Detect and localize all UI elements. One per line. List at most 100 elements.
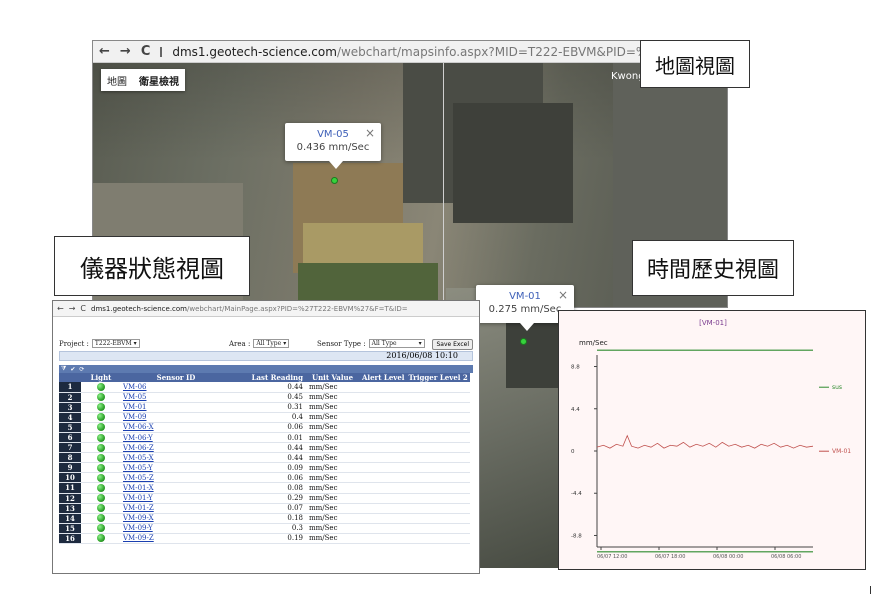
sensor-id-link[interactable]: VM-06 bbox=[121, 382, 231, 393]
alert-level bbox=[360, 382, 407, 393]
last-reading: 0.31 bbox=[231, 402, 305, 413]
sensor-marker-vm05[interactable] bbox=[331, 177, 338, 184]
table-row[interactable]: 3 VM-01 0.31 mm/Sec bbox=[59, 402, 470, 413]
table-row[interactable]: 13 VM-01-Z 0.07 mm/Sec bbox=[59, 503, 470, 514]
time-history-chart[interactable]: [VM-01] mm/Sec 8.8 4.4 0 -4.4 -8.8 06/07 12:00 0… bbox=[559, 311, 866, 570]
trigger-level bbox=[406, 493, 470, 504]
table-row[interactable]: 9 VM-05-Y 0.09 mm/Sec bbox=[59, 462, 470, 474]
column-header[interactable]: Last Reading bbox=[231, 373, 305, 382]
map-type-map-button[interactable]: 地圖 bbox=[101, 73, 133, 88]
table-row[interactable]: 2 VM-05 0.45 mm/Sec bbox=[59, 392, 470, 403]
sensor-id-link[interactable]: VM-01 bbox=[121, 402, 231, 413]
sensor-id-link[interactable]: VM-05-Z bbox=[121, 472, 231, 484]
forward-arrow-icon[interactable]: → bbox=[120, 44, 131, 59]
popup-sensor-value: 0.436 mm/Sec bbox=[296, 142, 370, 153]
table-row[interactable]: 14 VM-09-X 0.18 mm/Sec bbox=[59, 513, 470, 524]
reload-icon[interactable]: C bbox=[80, 304, 86, 313]
project-select[interactable]: T222-EBVM ▾ bbox=[91, 339, 140, 348]
column-header[interactable]: Trigger Level 2 bbox=[406, 373, 470, 382]
row-number: 11 bbox=[59, 482, 81, 494]
back-arrow-icon[interactable]: ← bbox=[99, 44, 110, 59]
status-light-icon bbox=[97, 423, 105, 432]
table-row[interactable]: 1 VM-06 0.44 mm/Sec bbox=[59, 382, 470, 393]
sensor-id-link[interactable]: VM-05-Y bbox=[121, 462, 231, 474]
address-bar[interactable]: dms1.geotech-science.com/webchart/MainPa… bbox=[91, 305, 408, 313]
status-view-label: 儀器狀態視圖 bbox=[54, 236, 250, 296]
series-line-VM-01 bbox=[596, 434, 814, 449]
timestamp-bar: 2016/06/08 10:10 bbox=[59, 351, 473, 361]
sensor-id-link[interactable]: VM-01-Z bbox=[121, 503, 231, 514]
unit-value: mm/Sec bbox=[305, 482, 360, 494]
sensor-id-link[interactable]: VM-05-X bbox=[121, 452, 231, 464]
save-excel-button[interactable]: Save Excel bbox=[432, 339, 473, 350]
trigger-level bbox=[406, 442, 470, 454]
status-light-icon bbox=[97, 514, 105, 523]
row-number: 14 bbox=[59, 513, 81, 524]
status-light-icon bbox=[97, 463, 105, 472]
unit-value: mm/Sec bbox=[305, 452, 360, 464]
column-header[interactable]: Light bbox=[81, 373, 121, 382]
chevron-down-icon: ▾ bbox=[283, 340, 287, 347]
sensor-id-link[interactable]: VM-09-Y bbox=[121, 523, 231, 534]
last-reading: 0.01 bbox=[231, 432, 305, 444]
last-reading: 0.06 bbox=[231, 422, 305, 433]
trigger-level bbox=[406, 523, 470, 534]
close-icon[interactable]: × bbox=[558, 288, 568, 302]
sensor-id-link[interactable]: VM-09-X bbox=[121, 513, 231, 524]
row-number: 5 bbox=[59, 422, 81, 433]
column-header[interactable]: Alert Level bbox=[360, 373, 407, 382]
sensor-id-link[interactable]: VM-06-X bbox=[121, 422, 231, 433]
trigger-level bbox=[406, 452, 470, 464]
table-row[interactable]: 16 VM-09-Z 0.19 mm/Sec bbox=[59, 533, 470, 545]
table-row[interactable]: 15 VM-09-Y 0.3 mm/Sec bbox=[59, 523, 470, 534]
back-arrow-icon[interactable]: ← bbox=[57, 304, 64, 313]
sensor-id-link[interactable]: VM-09 bbox=[121, 412, 231, 423]
table-row[interactable]: 4 VM-09 0.4 mm/Sec bbox=[59, 412, 470, 423]
row-number: 7 bbox=[59, 442, 81, 454]
status-light-icon bbox=[97, 473, 105, 482]
table-row[interactable]: 10 VM-05-Z 0.06 mm/Sec bbox=[59, 472, 470, 484]
sensor-marker-vm01[interactable] bbox=[520, 338, 527, 345]
table-row[interactable]: 12 VM-01-Y 0.29 mm/Sec bbox=[59, 493, 470, 504]
close-icon[interactable]: × bbox=[365, 126, 375, 140]
status-light-icon bbox=[97, 393, 105, 402]
check-icon[interactable]: ✔ bbox=[70, 366, 75, 373]
sensor-popup-vm05[interactable]: VM-05 0.436 mm/Sec × bbox=[285, 123, 381, 169]
status-light-icon bbox=[97, 413, 105, 422]
table-row[interactable]: 6 VM-06-Y 0.01 mm/Sec bbox=[59, 432, 470, 444]
trigger-level bbox=[406, 482, 470, 494]
refresh-icon[interactable]: ⟳ bbox=[79, 366, 84, 373]
last-reading: 0.45 bbox=[231, 392, 305, 403]
reload-icon[interactable]: C bbox=[141, 44, 151, 59]
x-tick-label: 06/08 06:00 bbox=[771, 554, 801, 560]
table-row[interactable]: 8 VM-05-X 0.44 mm/Sec bbox=[59, 452, 470, 464]
sensor-id-link[interactable]: VM-09-Z bbox=[121, 533, 231, 545]
sensor-table: Light Sensor ID Last Reading Unit Value … bbox=[59, 373, 470, 545]
column-header[interactable]: Sensor ID bbox=[121, 373, 231, 382]
column-header[interactable]: Unit Value bbox=[305, 373, 360, 382]
filter-icon[interactable]: ⧩ bbox=[61, 365, 66, 373]
legend-entry: VM-01 bbox=[832, 448, 851, 455]
unit-value: mm/Sec bbox=[305, 513, 360, 524]
row-number: 10 bbox=[59, 472, 81, 484]
y-tick-label: 0 bbox=[571, 449, 575, 455]
sensor-type-select[interactable]: All Type ▾ bbox=[368, 339, 425, 348]
last-reading: 0.09 bbox=[231, 462, 305, 474]
sensor-id-link[interactable]: VM-06-Y bbox=[121, 432, 231, 444]
sensor-id-link[interactable]: VM-01-X bbox=[121, 482, 231, 494]
table-row[interactable]: 7 VM-06-Z 0.44 mm/Sec bbox=[59, 442, 470, 454]
trigger-level bbox=[406, 382, 470, 393]
trigger-level bbox=[406, 472, 470, 484]
row-number: 16 bbox=[59, 533, 81, 545]
sensor-id-link[interactable]: VM-01-Y bbox=[121, 493, 231, 504]
forward-arrow-icon[interactable]: → bbox=[69, 304, 76, 313]
map-type-satellite-button[interactable]: 衛星檢視 bbox=[133, 73, 185, 88]
table-row[interactable]: 5 VM-06-X 0.06 mm/Sec bbox=[59, 422, 470, 433]
y-axis-label: mm/Sec bbox=[579, 339, 608, 347]
sensor-id-link[interactable]: VM-05 bbox=[121, 392, 231, 403]
row-number: 8 bbox=[59, 452, 81, 464]
area-select[interactable]: All Type ▾ bbox=[253, 339, 290, 348]
sensor-id-link[interactable]: VM-06-Z bbox=[121, 442, 231, 454]
chart-title: [VM-01] bbox=[699, 319, 727, 327]
table-row[interactable]: 11 VM-01-X 0.08 mm/Sec bbox=[59, 482, 470, 494]
